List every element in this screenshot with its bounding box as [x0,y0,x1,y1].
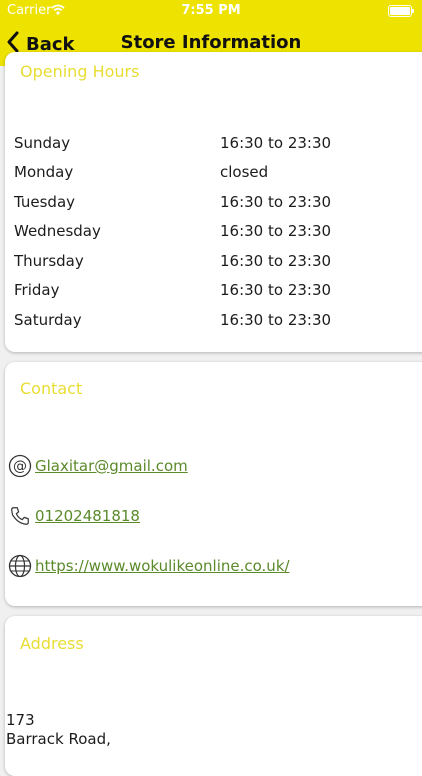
hours-time-sunday: 16:30 to 23:30 [220,134,332,152]
globe-icon [5,554,35,578]
website-link[interactable]: https://www.wokulikeonline.co.uk/ [35,557,290,575]
hours-day-thursday: Thursday [14,252,84,270]
hours-day-monday: Monday [14,163,74,181]
at-icon: @ [5,454,35,478]
hours-day-friday: Friday [14,281,60,299]
address-line-2: Barrack Road, [6,730,111,748]
address-line-1: 173 [6,711,35,729]
svg-text:@: @ [13,459,27,475]
hours-day-sunday: Sunday [14,134,71,152]
contact-email-row: @ Glaxitar@gmail.com [5,451,188,481]
hours-time-friday: 16:30 to 23:30 [220,281,332,299]
contact-phone-row: 01202481818 [5,501,140,531]
hours-time-monday: closed [220,163,269,181]
email-link[interactable]: Glaxitar@gmail.com [35,457,188,475]
page-title: Store Information [120,32,302,53]
status-bar: Carrier 7:55 PM [0,0,422,22]
opening-hours-title: Opening Hours [20,62,140,81]
hours-time-wednesday: 16:30 to 23:30 [220,222,332,240]
hours-day-saturday: Saturday [14,311,82,329]
status-time: 7:55 PM [181,3,241,18]
contact-title: Contact [20,379,83,398]
hours-time-saturday: 16:30 to 23:30 [220,311,332,329]
opening-hours-card: Opening Hours Sunday 16:30 to 23:30 Mond… [5,52,422,352]
battery-icon [388,5,414,17]
hours-day-wednesday: Wednesday [14,222,101,240]
address-card: Address 173 Barrack Road, [5,616,422,776]
hours-time-tuesday: 16:30 to 23:30 [220,193,332,211]
hours-day-tuesday: Tuesday [14,193,76,211]
address-title: Address [20,634,84,653]
phone-link[interactable]: 01202481818 [35,507,140,525]
contact-website-row: https://www.wokulikeonline.co.uk/ [5,551,290,581]
hours-time-thursday: 16:30 to 23:30 [220,252,332,270]
contact-card: Contact @ Glaxitar@gmail.com 01202481818 [5,362,422,606]
phone-icon [5,505,35,527]
